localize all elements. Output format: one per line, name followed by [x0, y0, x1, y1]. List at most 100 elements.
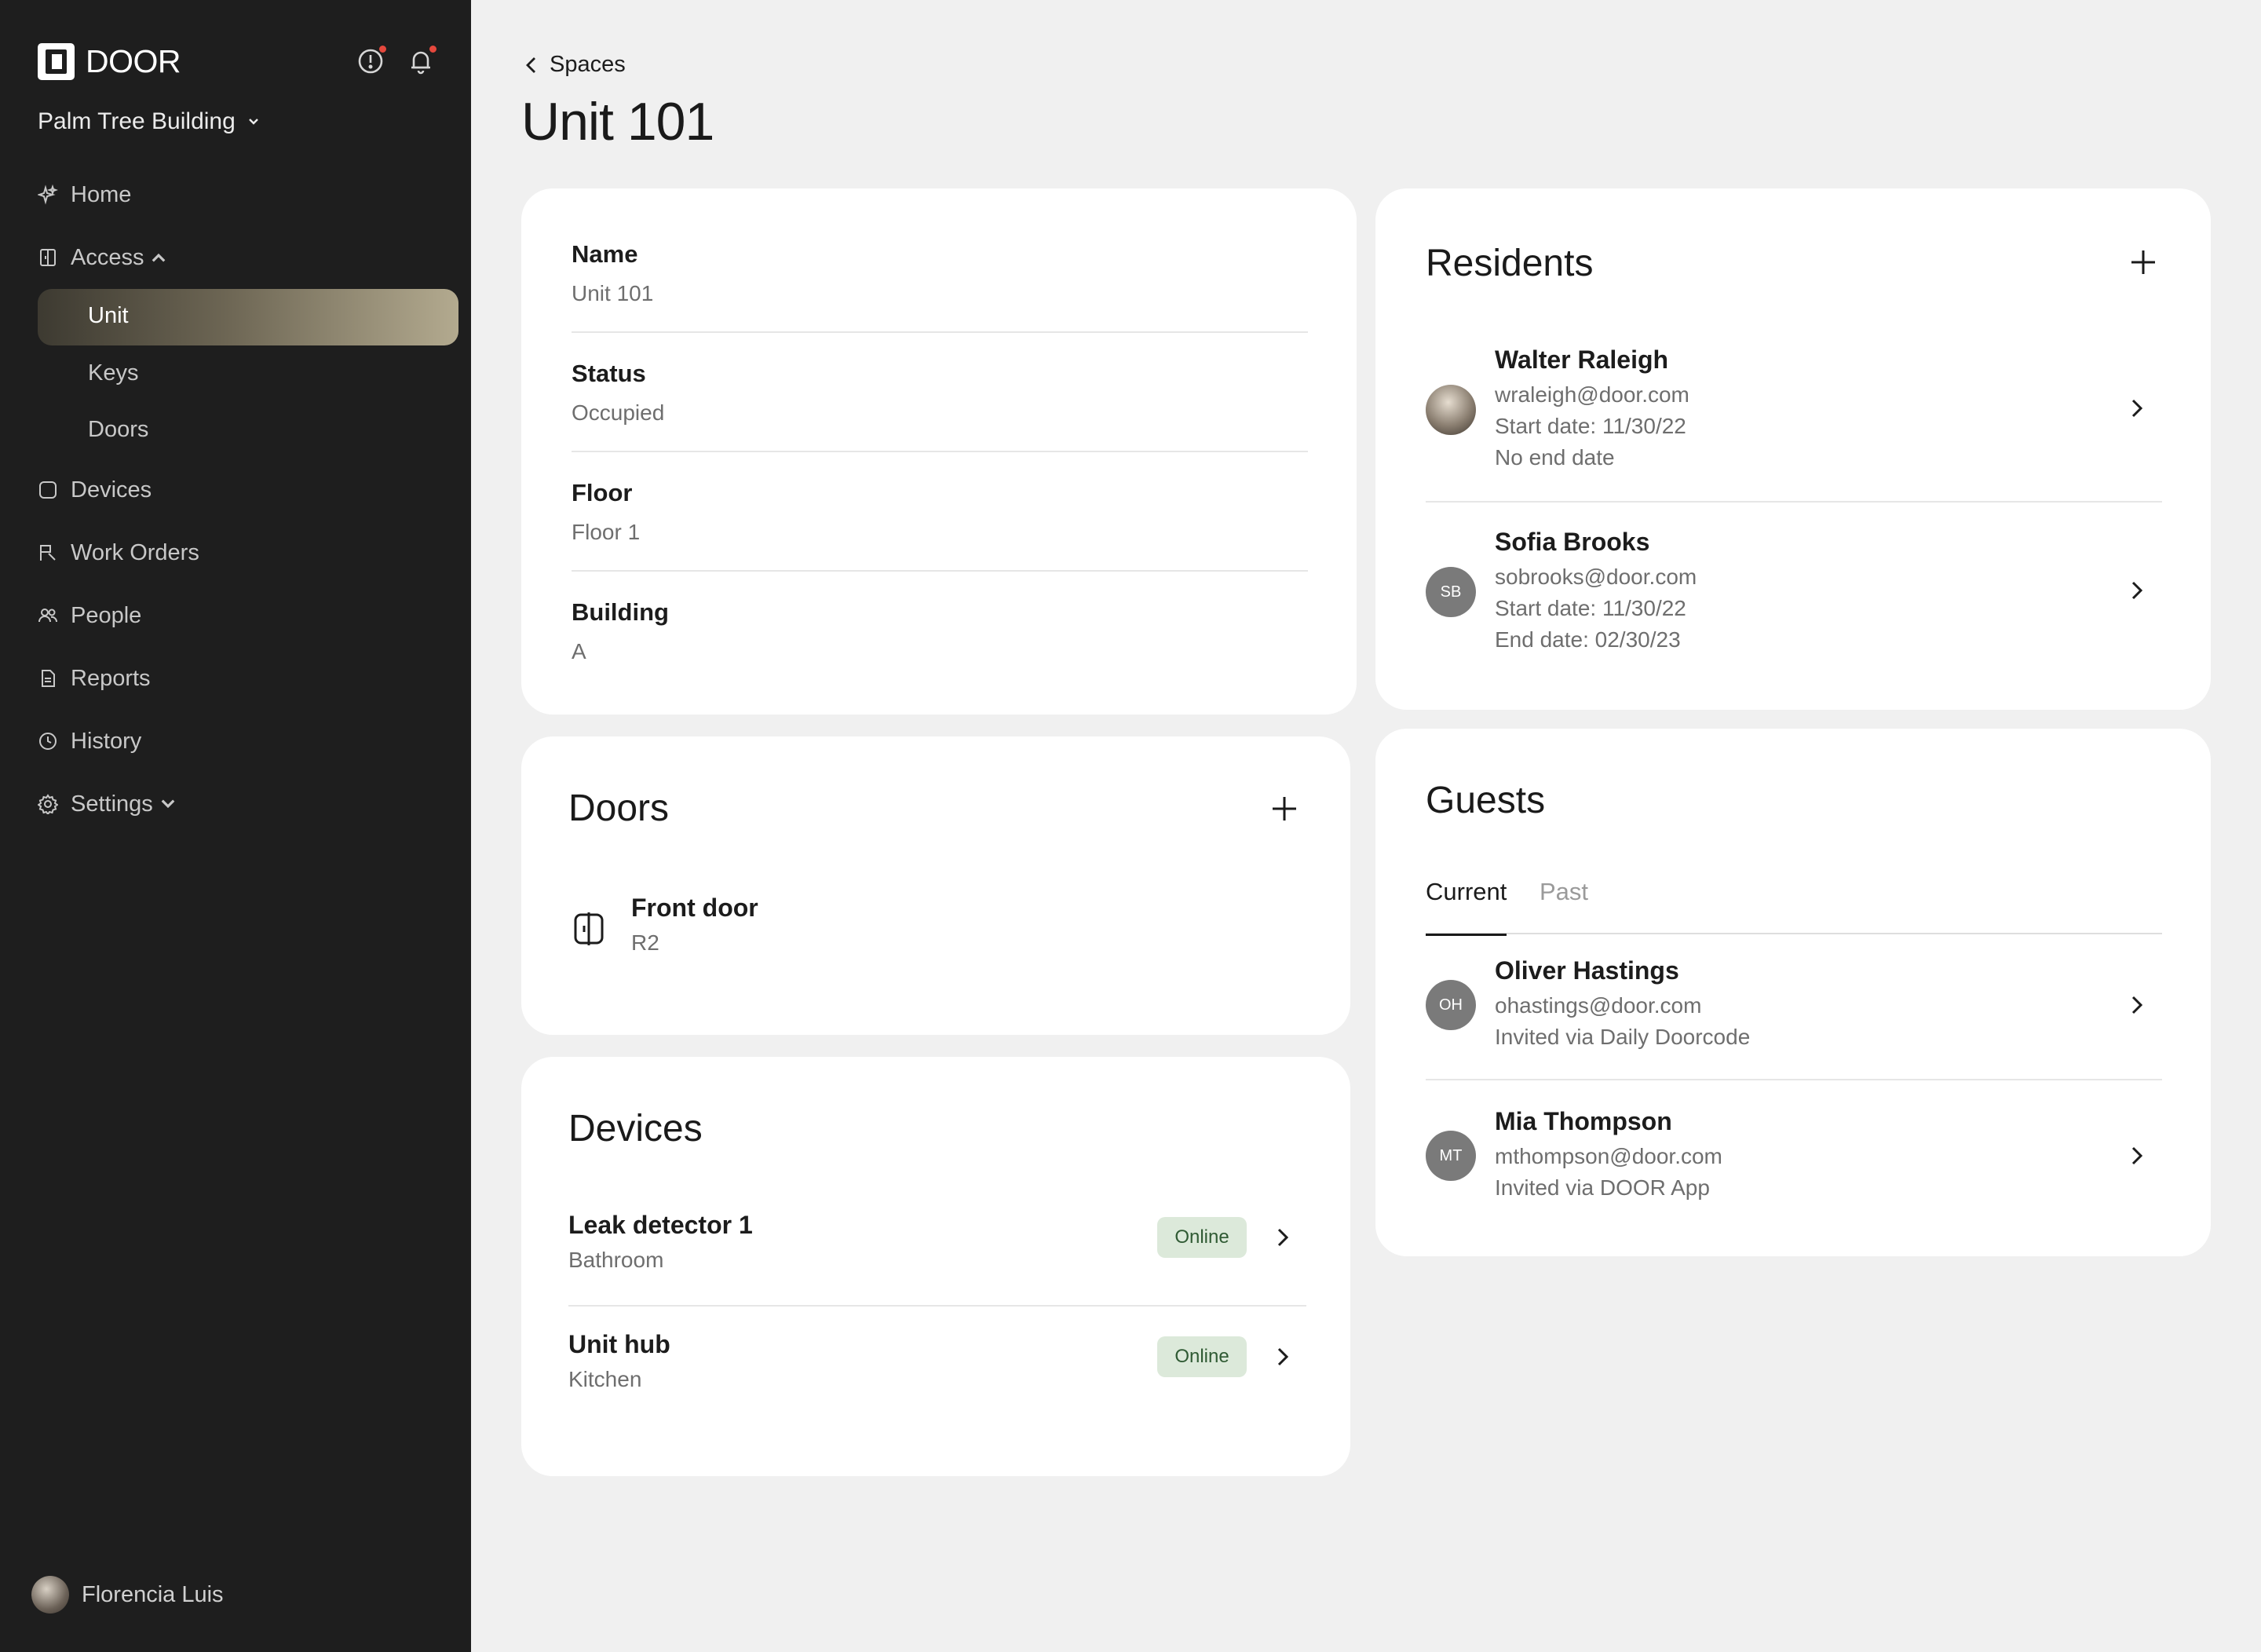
nav-history-label: History	[71, 728, 142, 754]
nav-work-orders[interactable]: Work Orders	[38, 537, 199, 568]
detail-value: A	[572, 639, 586, 663]
doors-title: Doors	[568, 788, 670, 829]
resident-end-date: No end date	[1495, 445, 1615, 470]
status-badge: Online	[1157, 1336, 1247, 1377]
nav-home-label: Home	[71, 181, 132, 207]
avatar: OH	[1426, 980, 1476, 1030]
report-icon	[42, 670, 55, 687]
detail-value: Occupied	[572, 400, 665, 425]
breadcrumb-label: Spaces	[550, 52, 626, 77]
guest-name: Oliver Hastings	[1495, 956, 1679, 985]
divider	[572, 451, 1308, 452]
nav-access[interactable]: Access	[38, 242, 169, 273]
chevron-left-icon	[526, 57, 535, 73]
door-row[interactable]: Front door R2	[568, 894, 1306, 972]
nav-people[interactable]: People	[38, 600, 141, 631]
chevron-right-icon	[1277, 1228, 1289, 1247]
avatar	[1426, 385, 1476, 435]
detail-floor: Floor Floor 1	[572, 479, 1308, 545]
unit-details-card: Name Unit 101 Status Occupied Floor Floo…	[521, 188, 1357, 715]
guest-email: mthompson@door.com	[1495, 1144, 1722, 1168]
guest-row[interactable]: OH Oliver Hastings ohastings@door.com In…	[1426, 956, 2162, 1058]
nav-devices-label: Devices	[71, 477, 152, 503]
divider	[1426, 501, 2162, 503]
nav-keys[interactable]: Keys	[88, 360, 138, 386]
divider	[568, 1305, 1306, 1307]
resident-row[interactable]: Walter Raleigh wraleigh@door.com Start d…	[1426, 345, 2162, 471]
device-row[interactable]: Leak detector 1 Bathroom Online	[568, 1211, 1306, 1297]
devices-title: Devices	[568, 1108, 703, 1149]
device-row[interactable]: Unit hub Kitchen Online	[568, 1330, 1306, 1416]
guests-title: Guests	[1426, 780, 1546, 821]
divider	[572, 331, 1308, 333]
bell-icon[interactable]	[407, 44, 438, 75]
nav-history[interactable]: History	[38, 725, 141, 757]
chevron-down-icon	[248, 119, 258, 125]
device-icon	[39, 481, 57, 499]
work-order-icon	[40, 545, 56, 561]
add-resident-icon[interactable]	[2129, 248, 2157, 276]
resident-email: sobrooks@door.com	[1495, 565, 1697, 589]
resident-row[interactable]: SB Sofia Brooks sobrooks@door.com Start …	[1426, 528, 2162, 653]
door-icon	[40, 249, 56, 266]
guest-invite-method: Invited via DOOR App	[1495, 1175, 1710, 1200]
guest-name: Mia Thompson	[1495, 1107, 1672, 1135]
people-icon	[38, 609, 58, 623]
resident-end-date: End date: 02/30/23	[1495, 627, 1681, 652]
door-name: Front door	[631, 894, 758, 922]
tab-current[interactable]: Current	[1426, 878, 1507, 936]
divider	[572, 570, 1308, 572]
guest-email: ohastings@door.com	[1495, 993, 1702, 1018]
sidebar: DOOR Palm Tree Building Home Access Unit…	[0, 0, 471, 1652]
clock-icon	[39, 733, 57, 750]
guest-row[interactable]: MT Mia Thompson mthompson@door.com Invit…	[1426, 1107, 2162, 1209]
alert-dot	[378, 44, 388, 54]
status-badge: Online	[1157, 1217, 1247, 1258]
nav-unit-label: Unit	[88, 303, 129, 328]
devices-card: Devices Leak detector 1 Bathroom Online …	[521, 1057, 1350, 1476]
tab-past[interactable]: Past	[1540, 878, 1588, 906]
nav-home[interactable]: Home	[38, 179, 131, 210]
gear-icon	[38, 794, 58, 814]
alert-icon[interactable]	[356, 44, 388, 75]
nav-access-label: Access	[71, 244, 144, 270]
guest-tabs: Current Past	[1426, 878, 2162, 936]
avatar	[31, 1576, 69, 1614]
nav-work-orders-label: Work Orders	[71, 539, 199, 565]
residents-card: Residents Walter Raleigh wraleigh@door.c…	[1375, 188, 2211, 710]
detail-name: Name Unit 101	[572, 240, 1308, 306]
nav-settings-label: Settings	[71, 791, 153, 817]
user-profile[interactable]: Florencia Luis	[31, 1576, 224, 1614]
avatar: SB	[1426, 567, 1476, 617]
detail-status: Status Occupied	[572, 360, 1308, 426]
page-title: Unit 101	[521, 92, 714, 152]
guests-card: Guests Current Past OH Oliver Hastings o…	[1375, 729, 2211, 1256]
detail-label: Building	[572, 598, 669, 626]
nav-settings[interactable]: Settings	[38, 788, 178, 820]
detail-label: Status	[572, 360, 646, 387]
chevron-right-icon	[2131, 581, 2143, 600]
nav-reports[interactable]: Reports	[38, 663, 151, 694]
chevron-up-icon	[152, 253, 166, 262]
resident-name: Walter Raleigh	[1495, 345, 1669, 374]
breadcrumb[interactable]: Spaces	[523, 52, 626, 78]
chevron-right-icon	[2131, 399, 2143, 418]
add-door-icon[interactable]	[1270, 795, 1299, 823]
chevron-down-icon	[161, 799, 175, 809]
door-logo-icon	[38, 43, 75, 80]
building-selector[interactable]: Palm Tree Building	[38, 108, 261, 135]
nav-doors[interactable]: Doors	[88, 417, 148, 443]
brand-logo[interactable]: DOOR	[38, 43, 181, 80]
doors-card: Doors Front door R2	[521, 736, 1350, 1035]
resident-start-date: Start date: 11/30/22	[1495, 596, 1686, 620]
nav-unit[interactable]: Unit	[38, 289, 458, 345]
chevron-right-icon	[2131, 1146, 2143, 1165]
resident-email: wraleigh@door.com	[1495, 382, 1689, 407]
detail-label: Name	[572, 240, 638, 268]
user-name: Florencia Luis	[82, 1581, 224, 1607]
detail-value: Floor 1	[572, 520, 641, 544]
brand-name: DOOR	[86, 43, 181, 79]
nav-devices[interactable]: Devices	[38, 474, 152, 506]
residents-title: Residents	[1426, 243, 1594, 284]
building-name: Palm Tree Building	[38, 108, 236, 134]
